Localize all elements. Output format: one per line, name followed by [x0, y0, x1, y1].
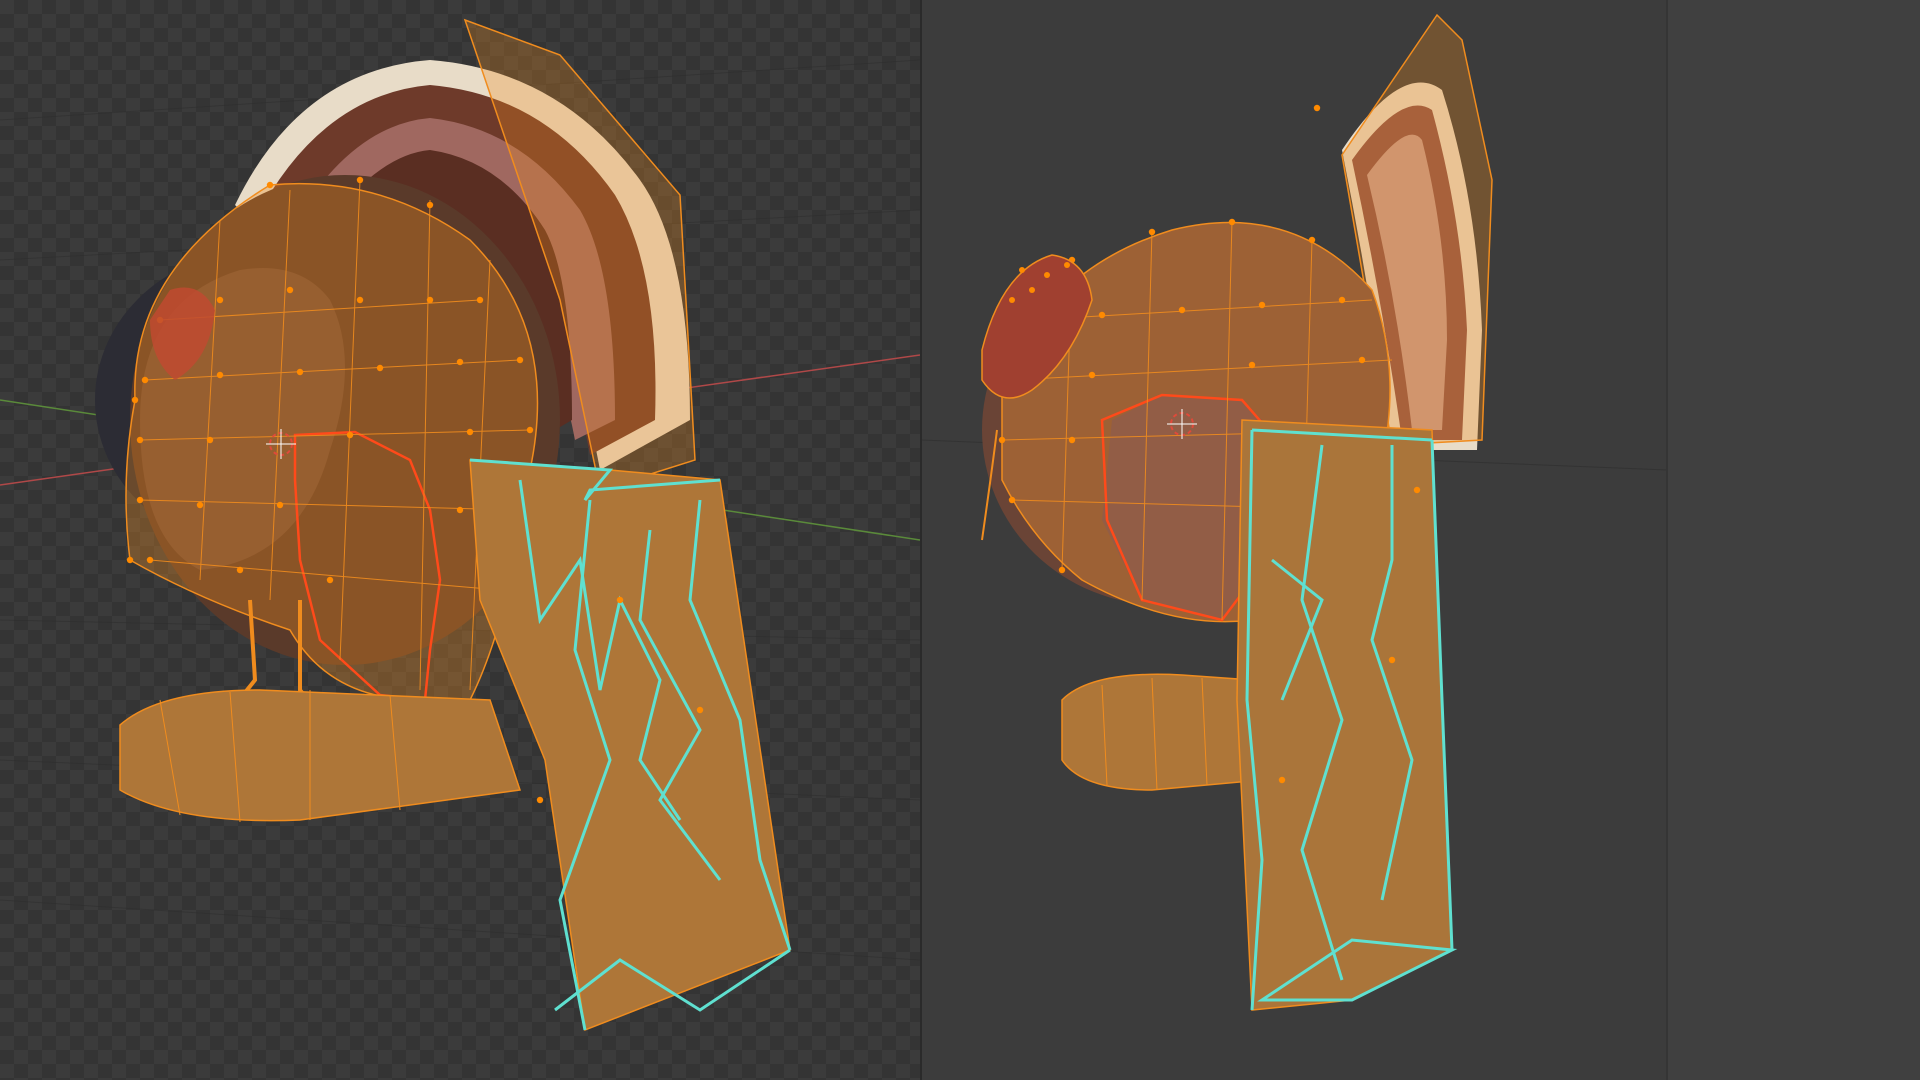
- viewport-right[interactable]: [922, 0, 1668, 1080]
- viewport-right-canvas[interactable]: [922, 0, 1668, 1080]
- vertex[interactable]: [1313, 104, 1321, 112]
- log-vertical[interactable]: [469, 458, 792, 1032]
- branch-horizontal[interactable]: [1061, 673, 1263, 791]
- log-vertical[interactable]: [1236, 419, 1458, 1011]
- side-panel: [1668, 0, 1920, 1080]
- branch-horizontal[interactable]: [119, 689, 521, 823]
- viewport-left-canvas[interactable]: [0, 0, 920, 1080]
- viewport-left[interactable]: [0, 0, 920, 1080]
